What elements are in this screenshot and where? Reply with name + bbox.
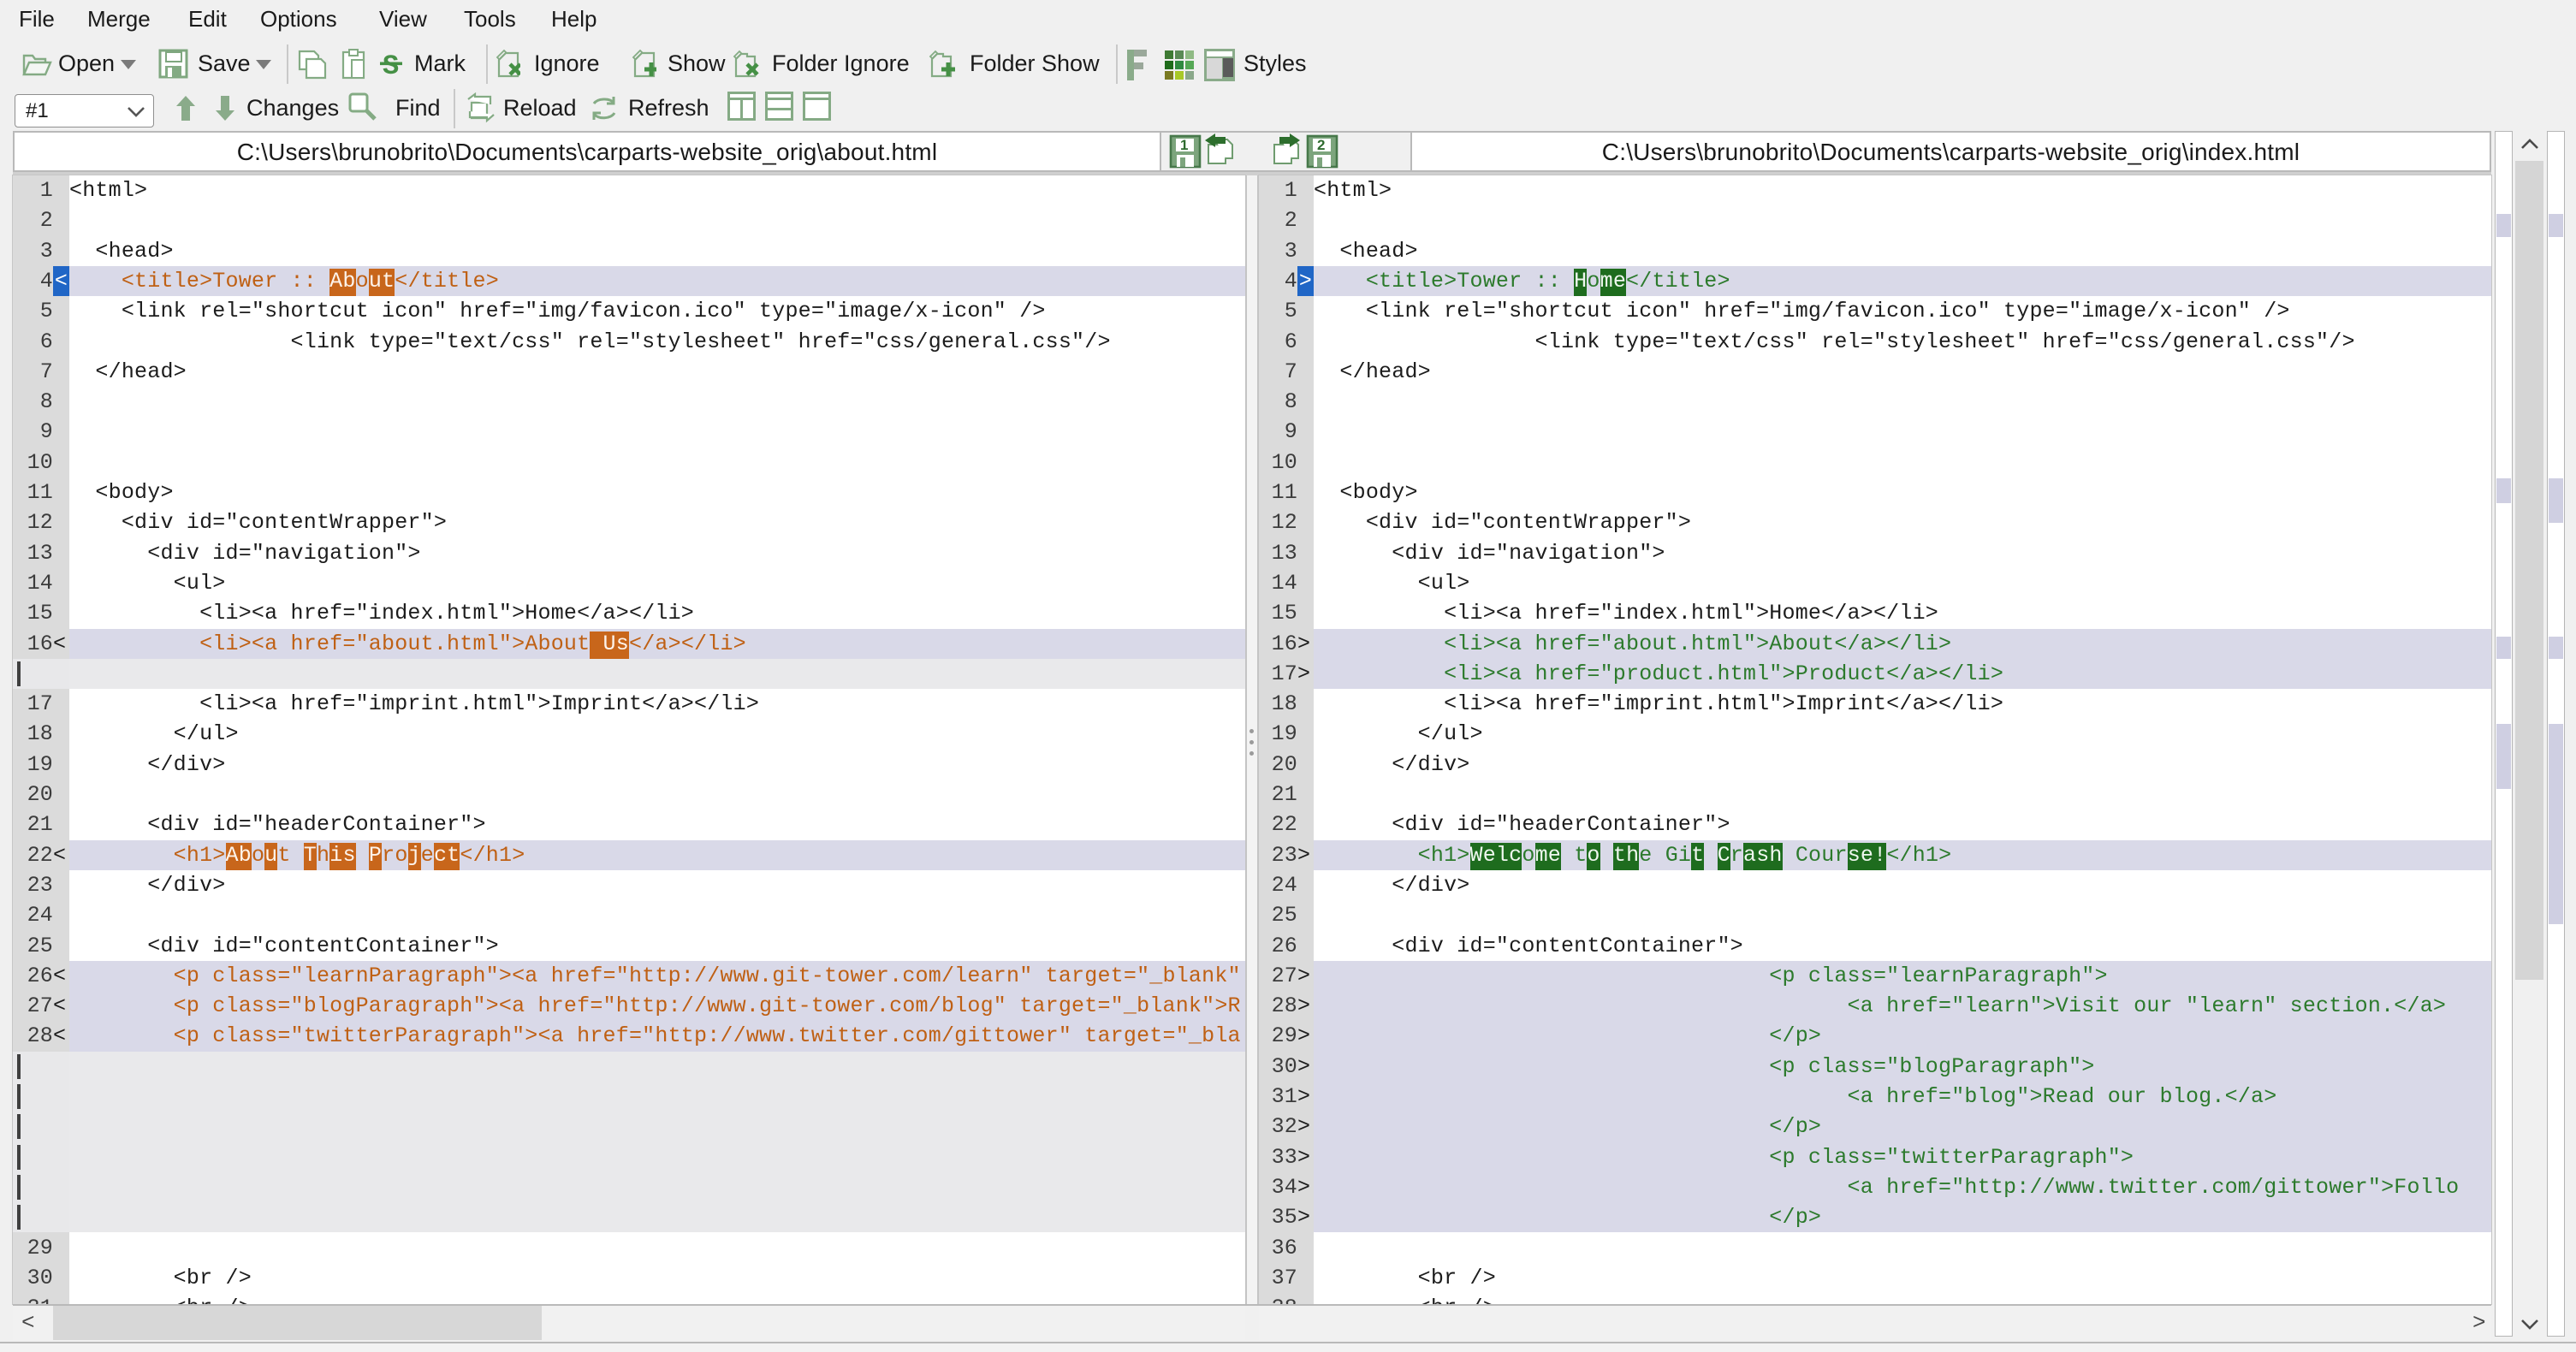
svg-text:2: 2: [1317, 137, 1325, 153]
svg-text:1: 1: [1180, 137, 1188, 153]
svg-text:S: S: [383, 50, 399, 79]
